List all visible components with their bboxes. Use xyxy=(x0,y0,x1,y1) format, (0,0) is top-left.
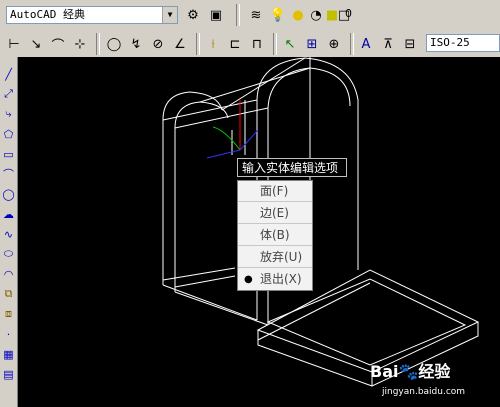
axis-z-positive xyxy=(239,129,259,151)
tolerance-icon[interactable]: ⊞ xyxy=(302,34,322,54)
aligned-dim-icon[interactable]: ↘ xyxy=(26,34,46,54)
layer-manager-icon[interactable]: ≋ xyxy=(246,5,266,25)
dim-update-icon[interactable]: ⊟ xyxy=(400,34,420,54)
dimension-toolbar: ⊢ ↘ ⌒ ⊹ ◯ ↯ ⊘ ∠ ⟊ ⊏ ⊓ ↖ ⊞ ⊕ A ⊼ ⊟ xyxy=(0,31,500,58)
menu-item-label: 边(E) xyxy=(260,206,289,220)
center-mark-icon[interactable]: ⊕ xyxy=(324,34,344,54)
insert-block-icon[interactable]: ⧉ xyxy=(1,285,16,303)
make-block-icon[interactable]: ⧈ xyxy=(1,305,16,323)
toolbar-separator xyxy=(96,33,100,55)
ordinate-dim-icon[interactable]: ⊹ xyxy=(70,34,90,54)
menu-item-exit[interactable]: ● 退出(X) xyxy=(238,269,312,290)
bulb-icon[interactable]: 💡 xyxy=(268,5,288,25)
arc-icon[interactable]: ⌒ xyxy=(1,165,16,183)
watermark-logo: Bai🐾经验 xyxy=(370,362,451,381)
diameter-dim-icon[interactable]: ⊘ xyxy=(148,34,168,54)
line-icon[interactable]: ╱ xyxy=(1,65,16,83)
point-icon[interactable]: · xyxy=(1,325,16,343)
layer-name[interactable]: 0 xyxy=(345,7,352,20)
menu-item-label: 体(B) xyxy=(260,228,290,242)
baseline-dim-icon[interactable]: ⊏ xyxy=(225,34,245,54)
ellipse-icon[interactable]: ⬭ xyxy=(1,245,16,263)
polyline-icon[interactable]: ⤷ xyxy=(1,105,16,123)
toolbar-separator xyxy=(196,33,200,55)
workspace-label: AutoCAD 经典 xyxy=(10,8,85,21)
dim-edit-icon[interactable]: A xyxy=(356,34,376,54)
toolbar-separator xyxy=(350,33,354,55)
dimstyle-dropdown[interactable]: ISO-25 xyxy=(426,34,500,52)
watermark-url: jingyan.baidu.com xyxy=(382,387,466,397)
dim-text-edit-icon[interactable]: ⊼ xyxy=(378,34,398,54)
revcloud-icon[interactable]: ☁ xyxy=(1,205,16,223)
menu-item-label: 放弃(U) xyxy=(260,250,303,264)
jogged-dim-icon[interactable]: ↯ xyxy=(126,34,146,54)
sun-icon[interactable]: ● xyxy=(288,5,308,25)
workspace-settings-icon[interactable]: ⚙ xyxy=(183,5,203,25)
workspace-toolbar: AutoCAD 经典 ▼ ⚙ ▣ ≋ 💡 ● ◔ ■ □ 0 xyxy=(0,0,500,32)
draw-toolbar: ╱ ⤢ ⤷ ⬠ ▭ ⌒ ◯ ☁ ∿ ⬭ ◠ ⧉ ⧈ · ▦ ▤ xyxy=(0,57,18,407)
rectangle-icon[interactable]: ▭ xyxy=(1,145,16,163)
menu-item-label: 退出(X) xyxy=(260,272,302,286)
menu-item-edge[interactable]: 边(E) xyxy=(238,203,312,224)
quick-dim-icon[interactable]: ⟊ xyxy=(203,34,223,54)
radius-dim-icon[interactable]: ◯ xyxy=(104,34,124,54)
toolbar-separator xyxy=(273,33,277,55)
gradient-icon[interactable]: ▤ xyxy=(1,365,16,383)
toolbar-separator xyxy=(236,4,240,26)
continue-dim-icon[interactable]: ⊓ xyxy=(247,34,267,54)
menu-item-body[interactable]: 体(B) xyxy=(238,225,312,246)
axis-y xyxy=(212,126,241,151)
leader-icon[interactable]: ↖ xyxy=(280,34,300,54)
polygon-icon[interactable]: ⬠ xyxy=(1,125,16,143)
axis-z xyxy=(206,149,241,159)
menu-item-label: 面(F) xyxy=(260,184,289,198)
construction-line-icon[interactable]: ⤢ xyxy=(1,85,16,103)
workspace-dropdown[interactable]: AutoCAD 经典 ▼ xyxy=(6,6,178,24)
command-prompt-tooltip: 输入实体编辑选项 xyxy=(237,158,347,177)
menu-item-undo[interactable]: 放弃(U) xyxy=(238,247,312,268)
ellipse-arc-icon[interactable]: ◠ xyxy=(1,265,16,283)
angular-dim-icon[interactable]: ∠ xyxy=(170,34,190,54)
solid-edit-options-menu: 面(F) 边(E) 体(B) 放弃(U) ● 退出(X) xyxy=(237,180,313,291)
selected-bullet-icon: ● xyxy=(244,274,253,285)
workspace-save-icon[interactable]: ▣ xyxy=(206,5,226,25)
spline-icon[interactable]: ∿ xyxy=(1,225,16,243)
menu-item-face[interactable]: 面(F) xyxy=(238,181,312,202)
arc-length-icon[interactable]: ⌒ xyxy=(48,34,68,54)
hatch-icon[interactable]: ▦ xyxy=(1,345,16,363)
linear-dim-icon[interactable]: ⊢ xyxy=(4,34,24,54)
circle-icon[interactable]: ◯ xyxy=(1,185,16,203)
chevron-down-icon[interactable]: ▼ xyxy=(162,7,177,23)
